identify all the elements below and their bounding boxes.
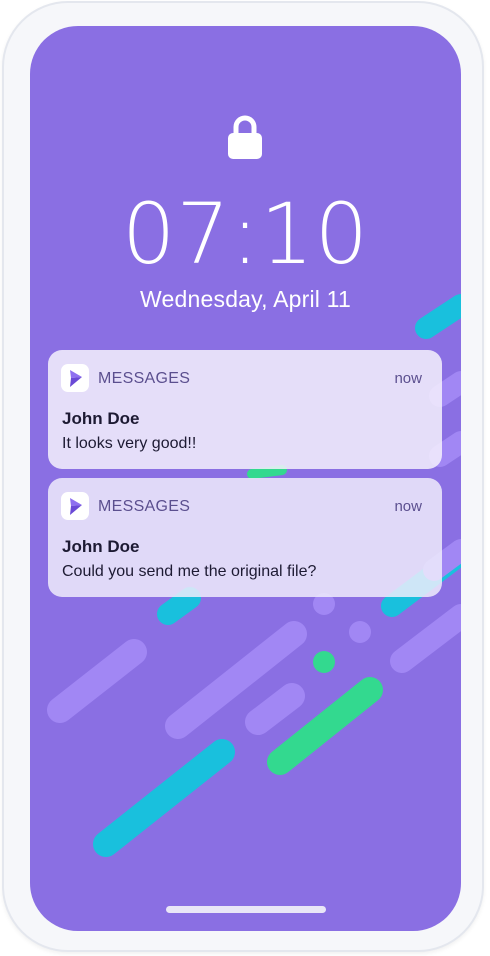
notification-message: Could you send me the original file?	[62, 563, 317, 580]
notification-time: now	[394, 498, 422, 515]
clock-time: 07:10	[121, 185, 370, 283]
messages-app-icon	[61, 492, 89, 520]
notification-message: It looks very good!!	[62, 435, 197, 452]
notification-sender: John Doe	[62, 537, 140, 556]
notification-card[interactable]: MESSAGES now John Doe Could you send me …	[48, 478, 442, 597]
messages-app-icon	[61, 364, 89, 392]
clock-date: Wednesday, April 11	[140, 286, 351, 312]
lock-screen: 07:10 Wednesday, April 11 MESSAGES now J…	[30, 26, 461, 931]
notification-sender: John Doe	[62, 409, 140, 428]
lock-icon	[228, 115, 262, 159]
home-indicator[interactable]	[166, 906, 326, 913]
notification-card[interactable]: MESSAGES now John Doe It looks very good…	[48, 350, 442, 469]
notification-time: now	[394, 370, 422, 387]
notification-app-name: MESSAGES	[98, 370, 191, 387]
notification-app-name: MESSAGES	[98, 498, 191, 515]
